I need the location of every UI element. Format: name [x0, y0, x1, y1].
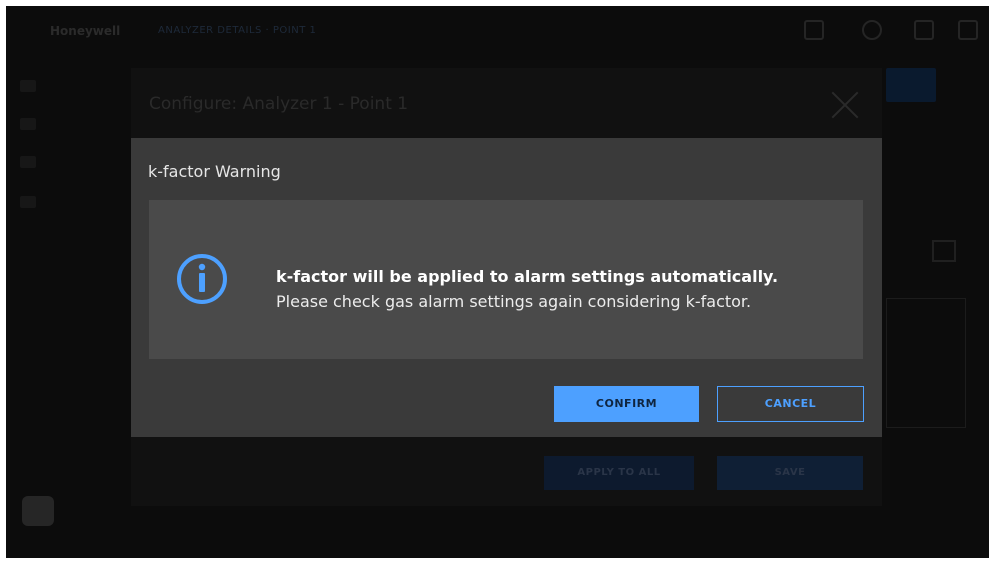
sidebar-home-icon[interactable]	[20, 80, 36, 92]
warning-message-bold: k-factor will be applied to alarm settin…	[276, 267, 779, 286]
alarm-icon[interactable]	[914, 20, 934, 40]
chat-icon	[22, 496, 54, 526]
confirm-button[interactable]: CONFIRM	[554, 386, 699, 422]
message-box: k-factor will be applied to alarm settin…	[149, 200, 863, 359]
background-action-button	[886, 68, 936, 102]
dialog-title: k-factor Warning	[148, 162, 281, 181]
sidebar-chart-icon[interactable]	[20, 156, 36, 168]
notification-icon[interactable]	[804, 20, 824, 40]
background-panel	[886, 298, 966, 428]
configure-dialog-title: Configure: Analyzer 1 - Point 1	[149, 94, 409, 114]
close-icon	[830, 90, 860, 120]
brand-logo: Honeywell	[50, 24, 121, 38]
menu-icon[interactable]	[958, 20, 978, 40]
breadcrumb: ANALYZER DETAILS · POINT 1	[158, 25, 317, 36]
screen: Honeywell ANALYZER DETAILS · POINT 1 Con…	[6, 6, 989, 558]
top-bar: Honeywell ANALYZER DETAILS · POINT 1	[6, 6, 989, 56]
warning-message: Please check gas alarm settings again co…	[276, 292, 752, 311]
cancel-button[interactable]: CANCEL	[717, 386, 864, 422]
background-expand-icon	[932, 240, 956, 262]
apply-to-all-button: APPLY TO ALL	[544, 456, 694, 490]
sidebar-settings-icon[interactable]	[20, 196, 36, 208]
save-button: SAVE	[717, 456, 863, 490]
sidebar-list-icon[interactable]	[20, 118, 36, 130]
user-icon[interactable]	[862, 20, 882, 40]
k-factor-warning-dialog: k-factor Warning k-factor will be applie…	[131, 138, 882, 437]
info-icon	[175, 252, 229, 306]
